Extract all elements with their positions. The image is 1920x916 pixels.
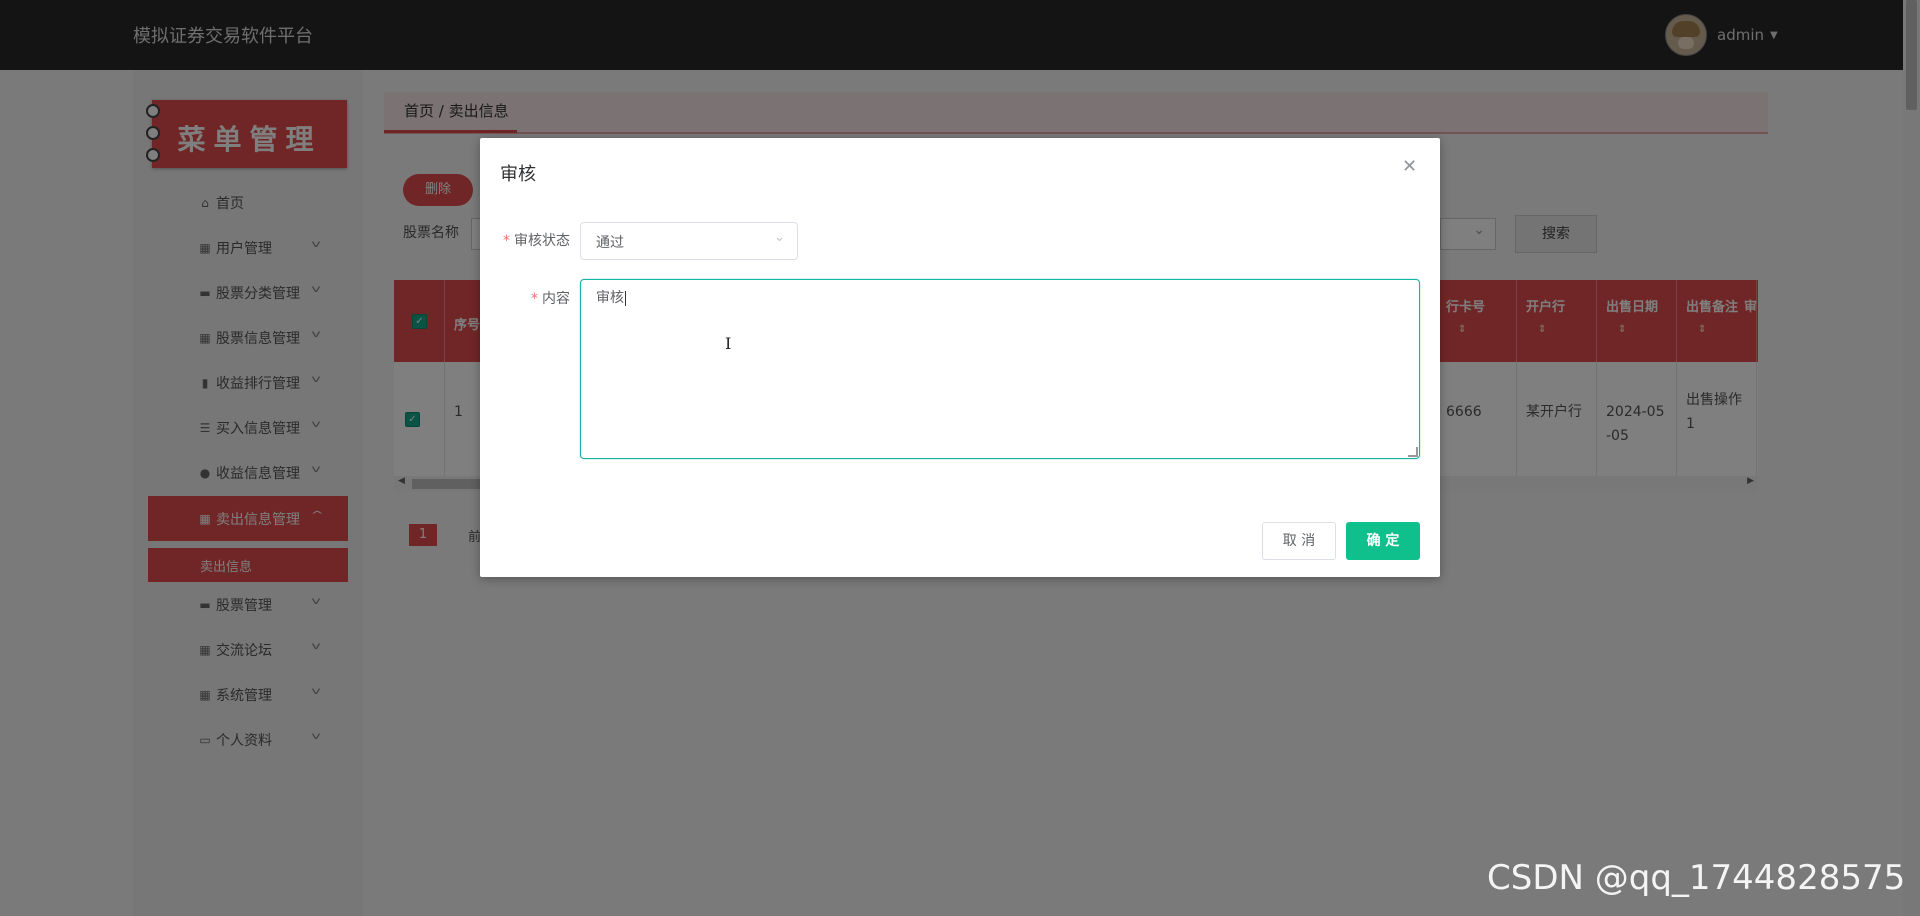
- confirm-button[interactable]: 确 定: [1346, 522, 1420, 560]
- cancel-button[interactable]: 取 消: [1262, 522, 1336, 560]
- close-icon[interactable]: ✕: [1402, 156, 1417, 177]
- dialog-title: 审核: [500, 164, 536, 185]
- status-label: * 审核状态: [503, 233, 570, 249]
- audit-status-select[interactable]: 通过 ⌄: [580, 222, 798, 260]
- watermark: CSDN @qq_1744828575: [1487, 858, 1906, 898]
- content-label: * 内容: [531, 291, 570, 307]
- text-cursor-icon: I: [725, 334, 732, 353]
- content-textarea[interactable]: 审核: [580, 279, 1420, 459]
- audit-dialog: 审核 ✕ * 审核状态 通过 ⌄ * 内容 审核 I 取 消 确 定: [480, 138, 1440, 577]
- resize-handle-icon[interactable]: [1408, 447, 1418, 457]
- chevron-down-icon: ⌄: [774, 230, 785, 245]
